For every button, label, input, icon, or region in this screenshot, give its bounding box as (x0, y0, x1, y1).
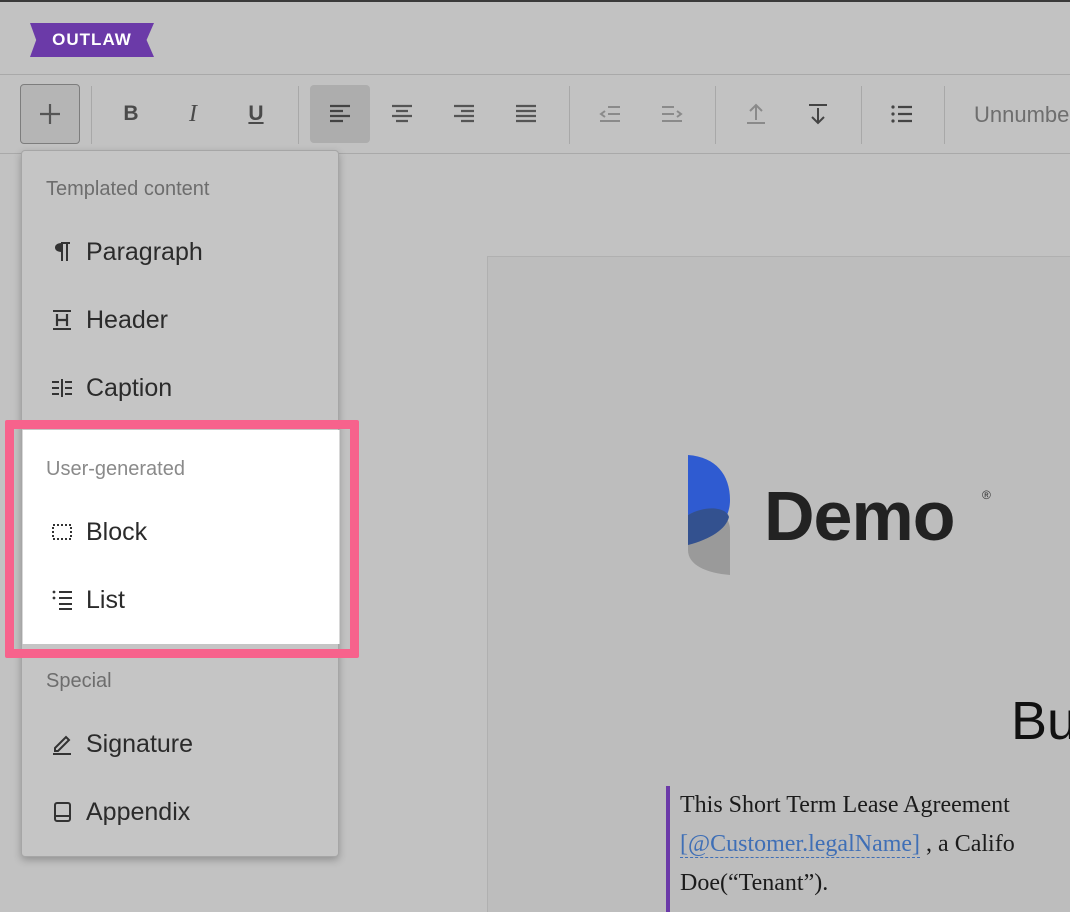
arrow-down-icon (809, 104, 827, 125)
menu-item-block[interactable]: Block (22, 502, 338, 562)
toolbar-divider (298, 86, 299, 144)
indent-button[interactable] (643, 85, 701, 143)
plus-icon (40, 104, 60, 124)
indent-icon (662, 106, 683, 122)
pilcrow-icon (50, 240, 74, 264)
align-right-icon (454, 104, 474, 123)
align-left-icon (330, 104, 350, 123)
paragraph-line: [@Customer.legalName] , a Califo (680, 825, 1070, 864)
menu-item-label: Signature (86, 729, 194, 758)
dotted-block-icon (50, 520, 74, 544)
menu-item-signature[interactable]: Signature (22, 714, 338, 774)
menu-item-list[interactable]: List (22, 570, 338, 630)
header-icon (50, 308, 74, 332)
align-right-button[interactable] (435, 85, 493, 143)
outlaw-logo[interactable]: OUTLAW (30, 23, 154, 57)
pen-icon (50, 732, 74, 756)
menu-item-label: Header (86, 305, 168, 334)
outdent-button[interactable] (581, 85, 639, 143)
menu-item-label: Block (86, 517, 148, 546)
menu-item-caption[interactable]: Caption (22, 358, 338, 418)
align-left-button[interactable] (310, 85, 370, 143)
menu-item-label: List (86, 585, 125, 614)
bullet-list-icon (891, 105, 912, 123)
paragraph-text: , a Califo (920, 831, 1015, 857)
registered-mark: ® (982, 488, 991, 502)
demo-logo-text: Demo (764, 477, 955, 555)
paragraph-line: Doe(“Tenant”). (680, 870, 829, 896)
customer-legal-name-field[interactable]: [@Customer.legalName] (680, 831, 921, 858)
underline-button[interactable]: U (227, 85, 285, 143)
align-justify-button[interactable] (497, 85, 555, 143)
app-header: OUTLAW (0, 2, 1070, 75)
paragraph-line: This Short Term Lease Agreement (680, 792, 1010, 818)
align-justify-icon (516, 104, 536, 123)
menu-item-label: Appendix (86, 797, 191, 826)
section-user-generated: User-generated (46, 458, 185, 480)
editor-toolbar: B I U Unnumbe (0, 76, 1070, 154)
section-templated-content: Templated content (46, 178, 210, 200)
menu-item-header[interactable]: Header (22, 290, 338, 350)
section-special: Special (46, 670, 112, 692)
bold-icon: B (123, 102, 139, 125)
align-center-icon (392, 104, 412, 123)
menu-item-appendix[interactable]: Appendix (22, 782, 338, 842)
align-center-button[interactable] (373, 85, 431, 143)
outdent-icon (599, 106, 620, 122)
toolbar-divider (569, 86, 570, 144)
list-icon (50, 588, 74, 612)
move-down-button[interactable] (789, 85, 847, 143)
toolbar-divider (944, 86, 945, 144)
document-heading[interactable]: Bu (1011, 690, 1070, 752)
document-paragraph[interactable]: This Short Term Lease Agreement [@Custom… (666, 786, 1070, 912)
italic-icon: I (189, 100, 197, 127)
menu-item-label: Caption (86, 373, 173, 402)
italic-button[interactable]: I (164, 85, 222, 143)
bold-button[interactable]: B (102, 85, 160, 143)
toolbar-divider (861, 86, 862, 144)
menu-item-label: Paragraph (86, 237, 203, 266)
arrow-up-icon (747, 103, 765, 124)
caption-icon (50, 376, 74, 400)
toolbar-divider (91, 86, 92, 144)
list-style-button[interactable] (873, 85, 931, 143)
list-style-select[interactable]: Unnumbe (974, 102, 1069, 128)
book-icon (50, 800, 74, 824)
underline-icon: U (248, 102, 264, 125)
demo-logo-icon (688, 455, 730, 575)
move-up-button[interactable] (727, 85, 785, 143)
add-content-button[interactable] (20, 84, 80, 144)
toolbar-divider (715, 86, 716, 144)
menu-item-paragraph[interactable]: Paragraph (22, 222, 338, 282)
